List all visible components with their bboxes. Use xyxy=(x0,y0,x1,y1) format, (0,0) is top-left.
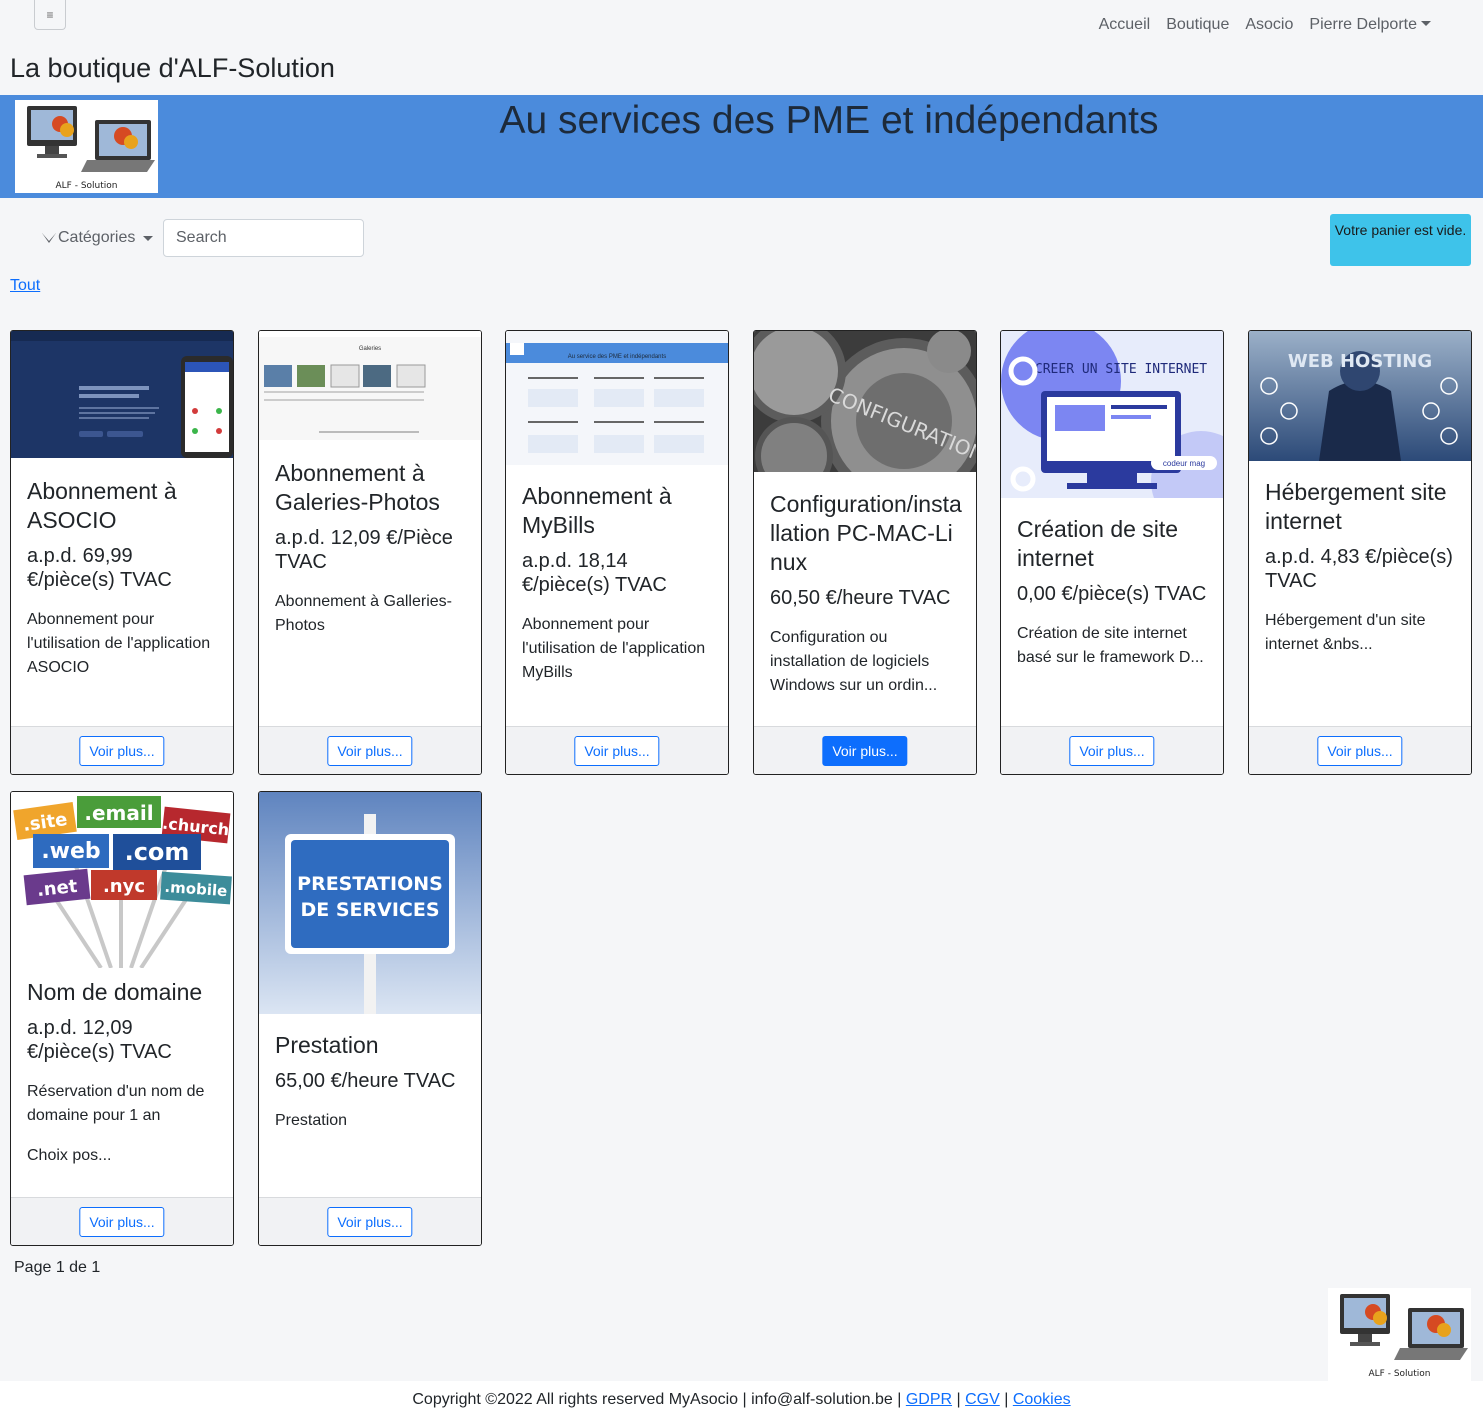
tld-label: .net xyxy=(36,876,79,901)
product-price: 0,00 €/pièce(s) TVAC xyxy=(1017,583,1207,605)
product-description: Création de site internet basé sur le fr… xyxy=(1017,625,1204,666)
voir-plus-button[interactable]: Voir plus... xyxy=(327,1207,413,1237)
product-image: CREER UN SITE INTERNET codeur mag xyxy=(1001,331,1223,498)
hamburger-icon: ≡ xyxy=(46,7,54,22)
prestation-sign-line-1: PRESTATIONS xyxy=(297,873,443,895)
voir-plus-button[interactable]: Voir plus... xyxy=(79,1207,165,1237)
caret-down-icon xyxy=(1421,21,1431,26)
user-name: Pierre Delporte xyxy=(1309,16,1417,33)
product-price: a.p.d. 69,99 €/pièce(s) TVAC xyxy=(27,545,172,591)
gallery-thumb-title: Galeries xyxy=(359,346,381,352)
tld-label: .com xyxy=(125,838,190,866)
product-description: Abonnement pour l'utilisation de l'appli… xyxy=(522,616,706,681)
product-description: Abonnement pour l'utilisation de l'appli… xyxy=(27,611,211,676)
footer-logo-caption: ALF - Solution xyxy=(1368,1369,1431,1379)
voir-plus-button[interactable]: Voir plus... xyxy=(1069,736,1155,766)
voir-plus-button[interactable]: Voir plus... xyxy=(327,736,413,766)
nav-item-user-menu[interactable]: Pierre Delporte xyxy=(1301,14,1439,36)
product-card: CONFIGURATION Configuration/installation… xyxy=(753,330,977,775)
product-image: Au service des PME et indépendants xyxy=(506,331,728,465)
product-image: WEB HOSTING xyxy=(1249,331,1471,461)
product-description: Configuration ou installation de logicie… xyxy=(770,629,938,694)
product-title: Nom de domaine xyxy=(27,979,203,1005)
categories-dropdown[interactable]: Catégories xyxy=(42,229,154,247)
voir-plus-button[interactable]: Voir plus... xyxy=(79,736,165,766)
product-title: Abonnement à Galeries-Photos xyxy=(275,460,440,515)
product-title: Hébergement site internet xyxy=(1265,479,1447,534)
voir-plus-button[interactable]: Voir plus... xyxy=(822,736,908,766)
product-price: 65,00 €/heure TVAC xyxy=(275,1070,456,1092)
product-card: .site .email .church .web .com .net .nyc… xyxy=(10,791,234,1246)
product-title: Création de site internet xyxy=(1017,516,1179,571)
product-image xyxy=(11,331,233,458)
product-price: 60,50 €/heure TVAC xyxy=(770,587,951,609)
cgv-link[interactable]: CGV xyxy=(965,1391,1000,1408)
product-title: Prestation xyxy=(275,1032,379,1058)
product-description: Prestation xyxy=(275,1112,348,1129)
product-card: Abonnement à ASOCIO a.p.d. 69,99 €/pièce… xyxy=(10,330,234,775)
cart-button[interactable]: Votre panier est vide. xyxy=(1330,214,1471,266)
filter-all-link[interactable]: Tout xyxy=(10,277,40,295)
product-card: WEB HOSTING Hébergement site internet a.… xyxy=(1248,330,1472,775)
product-image: Galeries xyxy=(259,331,481,440)
nav-item-accueil[interactable]: Accueil xyxy=(1091,14,1159,36)
tld-label: .web xyxy=(41,839,100,864)
product-title: Abonnement à MyBills xyxy=(522,483,672,538)
categories-label: Catégories xyxy=(58,229,136,246)
banner-title: Au services des PME et indépendants xyxy=(499,99,1159,142)
navbar-toggler-button[interactable]: ≡ xyxy=(34,0,66,30)
mybills-thumb-title: Au service des PME et indépendants xyxy=(568,354,666,360)
tld-label: .email xyxy=(84,801,153,825)
creer-site-thumb-text: CREER UN SITE INTERNET xyxy=(1035,362,1207,377)
pagination-info: Page 1 de 1 xyxy=(14,1259,101,1276)
codeur-mag-brand: codeur mag xyxy=(1163,459,1205,468)
search-input[interactable] xyxy=(163,219,364,257)
cookies-link[interactable]: Cookies xyxy=(1013,1391,1071,1408)
product-image: PRESTATIONS DE SERVICES xyxy=(259,792,481,1014)
product-title: Configuration/installation PC-MAC-Linux xyxy=(770,491,962,575)
alf-solution-footer-logo: ALF - Solution xyxy=(1328,1288,1471,1381)
product-image: .site .email .church .web .com .net .nyc… xyxy=(11,792,233,968)
product-price: a.p.d. 12,09 €/pièce(s) TVAC xyxy=(27,1017,172,1063)
product-price: a.p.d. 12,09 €/Pièce TVAC xyxy=(275,527,453,573)
copyright-bar: Copyright ©2022 All rights reserved MyAs… xyxy=(412,1391,1071,1408)
filter-icon xyxy=(42,233,56,243)
product-description: Réservation d'un nom de domaine pour 1 a… xyxy=(27,1083,205,1124)
gdpr-link[interactable]: GDPR xyxy=(906,1391,952,1408)
logo-caption: ALF - Solution xyxy=(55,181,118,191)
voir-plus-button[interactable]: Voir plus... xyxy=(574,736,660,766)
banner: ALF - Solution Au services des PME et in… xyxy=(0,95,1483,198)
product-title: Abonnement à ASOCIO xyxy=(27,478,177,533)
product-description: Hébergement d'un site internet &nbs... xyxy=(1265,612,1426,653)
product-description-more: Choix pos... xyxy=(27,1147,112,1164)
tld-label: .nyc xyxy=(103,876,145,897)
nav-item-asocio[interactable]: Asocio xyxy=(1237,14,1301,36)
voir-plus-button[interactable]: Voir plus... xyxy=(1317,736,1403,766)
top-navigation: Accueil Boutique Asocio Pierre Delporte xyxy=(1091,14,1439,36)
site-title: La boutique d'ALF-Solution xyxy=(10,53,335,83)
product-price: a.p.d. 18,14 €/pièce(s) TVAC xyxy=(522,550,667,596)
web-hosting-thumb-text: WEB HOSTING xyxy=(1288,351,1432,372)
product-image: CONFIGURATION xyxy=(754,331,976,472)
caret-down-icon xyxy=(143,235,154,241)
product-card: Galeries Abonnement à Galeries-Photos a.… xyxy=(258,330,482,775)
product-card: Au service des PME et indépendants Abonn… xyxy=(505,330,729,775)
product-card: CREER UN SITE INTERNET codeur mag Créati… xyxy=(1000,330,1224,775)
product-description: Abonnement à Galleries-Photos xyxy=(275,593,452,634)
prestation-sign-line-2: DE SERVICES xyxy=(300,899,439,921)
copyright-text: Copyright ©2022 All rights reserved MyAs… xyxy=(412,1391,902,1408)
nav-item-boutique[interactable]: Boutique xyxy=(1158,14,1237,36)
product-price: a.p.d. 4,83 €/pièce(s) TVAC xyxy=(1265,546,1453,592)
product-card: PRESTATIONS DE SERVICES Prestation 65,00… xyxy=(258,791,482,1246)
